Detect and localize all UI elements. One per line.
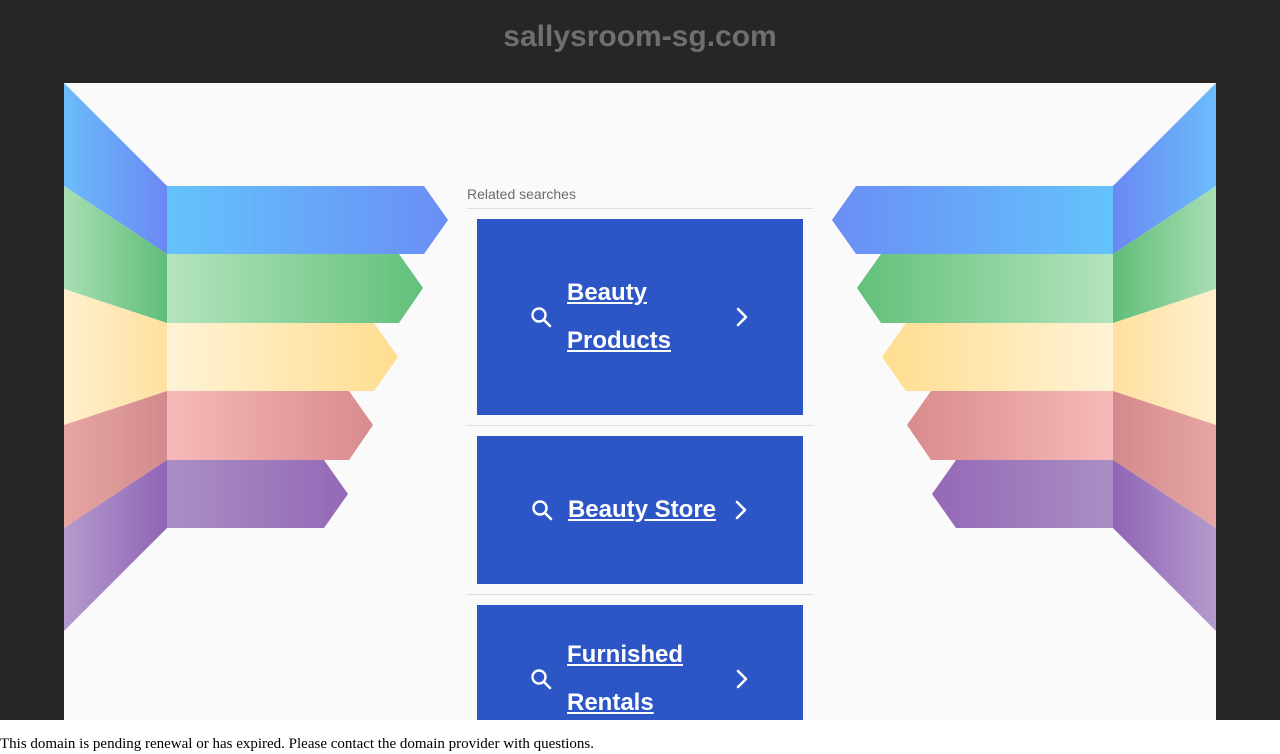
chevron-right-icon [735,500,747,520]
search-icon [531,669,552,690]
search-icon [531,307,552,328]
chevron-right-icon [736,307,748,327]
left-ribbon-graphic [64,83,448,631]
related-searches: Related searches Beauty Products Beauty … [467,186,813,720]
chevron-right-icon [736,669,748,689]
related-search-link-beauty-products[interactable]: Beauty Products [477,219,803,415]
list-item: Beauty Store [467,426,813,595]
related-search-link-beauty-store[interactable]: Beauty Store [477,436,803,584]
site-title: sallysroom-sg.com [503,20,777,53]
right-ribbon-graphic [832,83,1216,631]
domain-expired-notice: This domain is pending renewal or has ex… [0,736,595,752]
list-item: Furnished Rentals [467,595,813,720]
search-icon [532,500,553,521]
related-searches-heading: Related searches [467,186,813,209]
list-item: Beauty Products [467,209,813,426]
related-search-link-furnished-rentals[interactable]: Furnished Rentals [477,605,803,720]
related-search-label[interactable]: Beauty Store [568,486,716,534]
related-search-label[interactable]: Beauty Products [567,269,717,365]
related-search-label[interactable]: Furnished Rentals [567,631,717,720]
content-panel: Related searches Beauty Products Beauty … [64,83,1216,720]
